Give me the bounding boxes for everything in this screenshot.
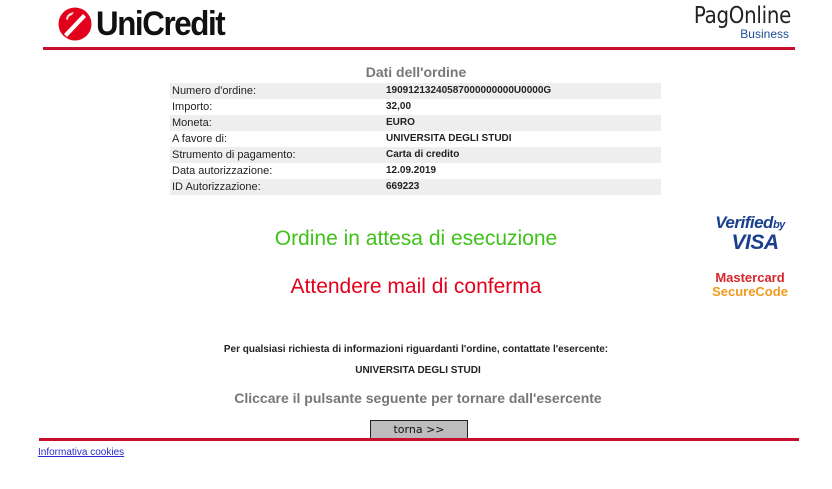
merchant-name: UNIVERSITA DEGLI STUDI [355,365,481,376]
contact-note: Per qualsiasi richiesta di informazioni … [223,344,609,355]
verified-by-visa-by: by [772,219,785,231]
pagonline-business-label: Business [740,27,789,41]
order-row-amount: Importo: 32,00 [170,99,661,115]
order-value: 32,00 [386,101,412,112]
order-label: ID Autorizzazione: [170,179,384,195]
back-to-merchant-button[interactable]: torna >> [370,420,468,439]
unicredit-logo: UniCredit [58,7,236,41]
order-row-auth-date: Data autorizzazione: 12.09.2019 [170,163,661,179]
order-value: EURO [384,115,661,131]
unicredit-logo-icon [58,7,92,41]
order-label: Importo: [172,101,213,113]
verified-by-visa-badge: Verifiedby VISA [708,213,792,254]
order-label: A favore di: [172,133,228,145]
order-details-title: Dati dell'ordine [365,64,467,80]
mastercard-securecode-badge: Mastercard SecureCode [708,271,792,299]
order-row-auth-id: ID Autorizzazione: 669223 [170,179,661,195]
mastercard-label: Mastercard [715,270,785,285]
return-instructions: Cliccare il pulsante seguente per tornar… [234,390,602,406]
order-label: Data autorizzazione: [172,165,273,177]
verified-by-visa-line1: Verified [715,213,773,232]
order-row-beneficiary: A favore di: UNIVERSITA DEGLI STUDI [170,131,661,147]
pagonline-wordmark: PagOnline [693,3,791,29]
verified-by-visa-line2: VISA [731,231,779,254]
securecode-label: SecureCode [712,284,788,299]
order-label: Numero d'ordine: [170,83,384,99]
order-row-number: Numero d'ordine: 19091213240587000000000… [170,83,661,99]
order-value: 669223 [384,179,661,195]
footer-divider [39,438,799,441]
order-label: Strumento di pagamento: [170,147,384,163]
order-row-currency: Moneta: EURO [170,115,661,131]
pagonline-logo: PagOnline Business [678,4,791,40]
order-value: UNIVERSITA DEGLI STUDI [386,133,512,144]
order-details-table: Numero d'ordine: 19091213240587000000000… [170,83,661,195]
cookies-policy-link[interactable]: Informativa cookies [38,447,124,458]
page-header: UniCredit PagOnline Business [43,0,795,50]
order-label: Moneta: [170,115,384,131]
order-value: 19091213240587000000000U0000G [384,83,661,99]
unicredit-wordmark: UniCredit [96,5,226,43]
order-value: 12.09.2019 [386,165,437,176]
order-row-payment-method: Strumento di pagamento: Carta di credito [170,147,661,163]
order-value: Carta di credito [384,147,661,163]
